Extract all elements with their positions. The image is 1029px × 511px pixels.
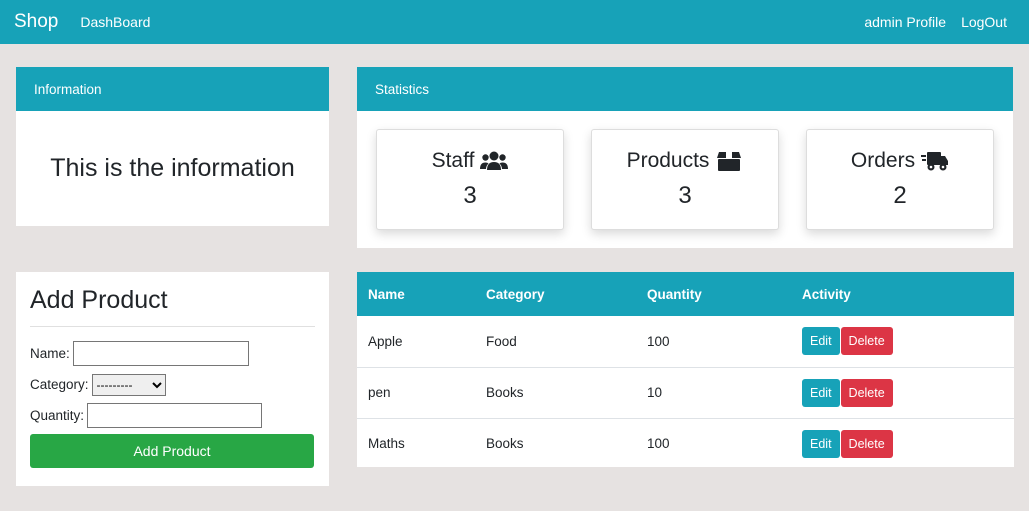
category-row: Category: --------- [30, 372, 315, 397]
products-table: Name Category Quantity Activity Apple Fo… [357, 272, 1014, 469]
cell-name: Apple [368, 333, 403, 349]
header-activity: Activity [802, 286, 851, 302]
brand-link[interactable]: Shop [14, 11, 58, 33]
edit-button[interactable]: Edit [802, 378, 840, 407]
cell-quantity: 100 [647, 333, 670, 349]
stat-staff: Staff 3 [376, 129, 564, 230]
information-header: Information [16, 67, 329, 111]
delete-button[interactable]: Delete [840, 327, 893, 356]
nav-dashboard-link[interactable]: DashBoard [80, 14, 150, 30]
name-label: Name: [30, 346, 70, 361]
quantity-input[interactable] [87, 403, 263, 428]
edit-button[interactable]: Edit [802, 327, 840, 356]
table-row: Apple Food 100 Edit Delete [357, 316, 1014, 367]
cell-category: Food [486, 333, 517, 349]
delete-button[interactable]: Delete [840, 378, 893, 407]
stat-staff-value: 3 [463, 182, 477, 209]
name-input[interactable] [72, 341, 249, 366]
nav-profile-link[interactable]: admin Profile [864, 14, 946, 30]
header-quantity: Quantity [647, 286, 702, 302]
stat-orders-value: 2 [893, 182, 907, 209]
header-name: Name [368, 286, 405, 302]
table-row: pen Books 10 Edit Delete [357, 367, 1014, 418]
navbar: Shop DashBoard admin Profile LogOut [0, 0, 1029, 44]
quantity-label: Quantity: [30, 408, 85, 423]
users-icon [480, 151, 509, 170]
information-text: This is the information [50, 154, 295, 182]
category-select[interactable]: --------- [91, 373, 166, 396]
statistics-header: Statistics [357, 67, 1013, 111]
stat-products: Products 3 [591, 129, 779, 230]
add-product-title: Add Product [30, 286, 315, 327]
header-category: Category [486, 286, 545, 302]
table-header-row: Name Category Quantity Activity [357, 272, 1014, 316]
cell-quantity: 10 [647, 385, 663, 400]
nav-logout-link[interactable]: LogOut [961, 14, 1007, 30]
stat-products-value: 3 [678, 182, 692, 209]
cell-quantity: 100 [647, 436, 670, 452]
cell-category: Books [486, 385, 524, 400]
nav-right-group: admin Profile LogOut [864, 14, 1015, 30]
add-product-card: Add Product Name: Category: --------- Qu… [16, 272, 329, 486]
information-card: Information This is the information [16, 67, 329, 226]
cell-activity: Edit Delete [791, 316, 1014, 367]
table-row: Maths Books 100 Edit Delete [357, 418, 1014, 469]
cell-name: pen [368, 385, 391, 400]
quantity-row: Quantity: [30, 403, 315, 428]
delete-button[interactable]: Delete [840, 429, 893, 458]
cell-activity: Edit Delete [791, 418, 1014, 469]
products-table-card: Name Category Quantity Activity Apple Fo… [357, 272, 1014, 467]
truck-icon [921, 152, 949, 171]
edit-button[interactable]: Edit [802, 429, 840, 458]
cell-activity: Edit Delete [791, 367, 1014, 418]
stat-products-label: Products [626, 149, 710, 172]
box-icon [717, 152, 742, 171]
stat-orders: Orders 2 [806, 129, 994, 230]
cell-category: Books [486, 436, 524, 452]
cell-name: Maths [368, 436, 405, 452]
stat-orders-label: Orders [850, 149, 916, 172]
add-product-button[interactable]: Add Product [30, 434, 314, 468]
category-label: Category: [30, 377, 89, 392]
name-row: Name: [30, 341, 315, 366]
statistics-card: Statistics Staff 3 Products 3 Orders 2 [357, 67, 1013, 248]
stat-staff-label: Staff [431, 149, 475, 172]
